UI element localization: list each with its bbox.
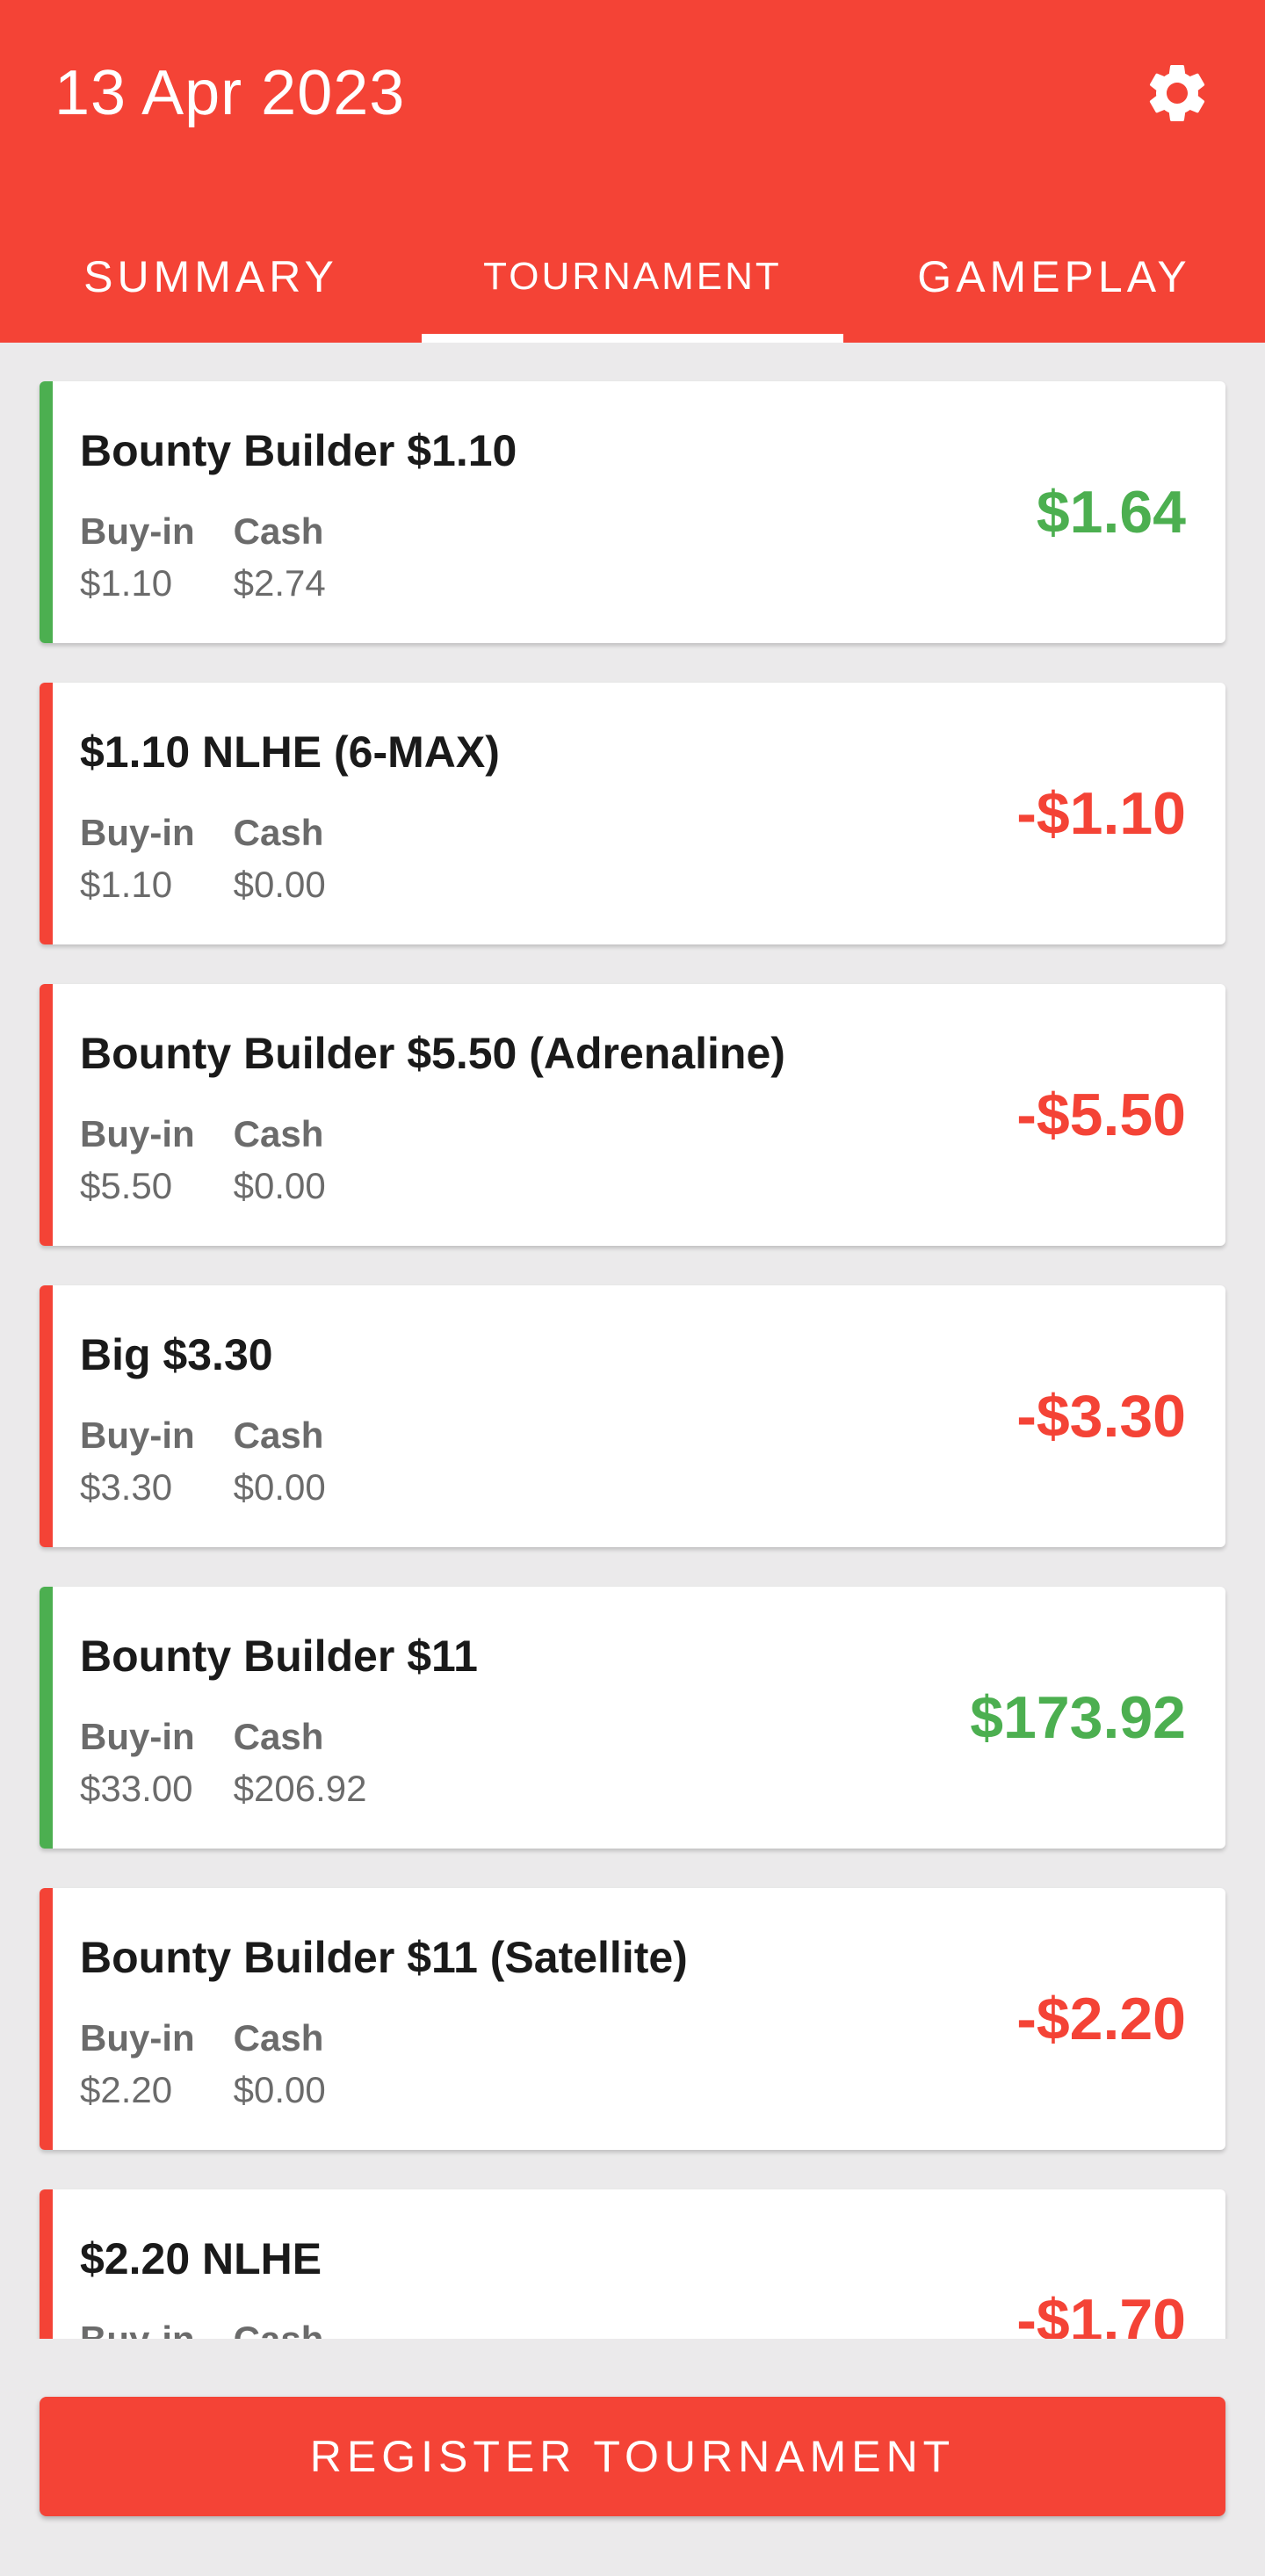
cash-value: $0.00 [233,1165,326,1206]
register-tournament-button[interactable]: REGISTER TOURNAMENT [40,2397,1225,2516]
buyin-value: $1.10 [80,864,173,905]
cash-label: Cash [233,1415,324,1456]
tournament-name: Bounty Builder $1.10 [80,426,517,475]
result-amount: -$1.70 [1016,2287,1186,2339]
tournament-name: Bounty Builder $11 [80,1632,478,1681]
tournament-card[interactable]: Big $3.30 Buy-in $3.30 Cash $0.00 -$3.30 [40,1285,1225,1547]
buyin-label: Buy-in [80,1415,195,1456]
cash-label: Cash [233,812,324,853]
result-amount: -$2.20 [1016,1986,1186,2052]
cash-value: $0.00 [233,1466,326,1508]
cash-label: Cash [233,510,324,552]
result-amount: -$3.30 [1016,1383,1186,1450]
status-bar [40,1888,53,2150]
result-amount: $1.64 [1036,479,1186,546]
active-tab-indicator [422,334,843,343]
tab-tournament[interactable]: TOURNAMENT [422,211,843,343]
result-amount: $173.92 [970,1684,1186,1751]
cash-label: Cash [233,1113,324,1154]
cash-label: Cash [233,2017,324,2059]
tournament-name: Bounty Builder $11 (Satellite) [80,1933,688,1982]
buyin-value: $2.20 [80,2069,173,2110]
buyin-label: Buy-in [80,2314,195,2339]
tab-bar: SUMMARY TOURNAMENT GAMEPLAY [0,211,1265,343]
status-bar [40,984,53,1246]
buyin-label: Buy-in [80,1716,195,1757]
buyin-label: Buy-in [80,812,195,853]
tournament-card[interactable]: $1.10 NLHE (6-MAX) Buy-in $1.10 Cash $0.… [40,683,1225,944]
cash-label: Cash [234,2314,324,2339]
page-title: 13 Apr 2023 [54,58,406,128]
buyin-value: $1.10 [80,562,173,604]
status-bar [40,1285,53,1547]
tournament-card[interactable]: Bounty Builder $5.50 (Adrenaline) Buy-in… [40,984,1225,1246]
tournament-name: Bounty Builder $5.50 (Adrenaline) [80,1029,785,1078]
tournament-name: $2.20 NLHE [80,2234,322,2283]
tab-summary[interactable]: SUMMARY [0,211,422,343]
cash-label: Cash [233,1716,324,1757]
cash-value: $2.74 [233,562,326,604]
tournament-card[interactable]: Bounty Builder $11 Buy-in $33.00 Cash $2… [40,1587,1225,1849]
tournament-card[interactable]: Bounty Builder $11 (Satellite) Buy-in $2… [40,1888,1225,2150]
tournament-name: Big $3.30 [80,1330,273,1379]
result-amount: -$5.50 [1016,1082,1186,1148]
result-amount: -$1.10 [1016,780,1186,847]
status-bar [40,2189,53,2339]
status-bar [40,683,53,944]
app-header: 13 Apr 2023 SUMMARY TOURNAMENT GAMEPLAY [0,0,1265,343]
tab-gameplay[interactable]: GAMEPLAY [843,211,1265,343]
cash-value: $0.00 [233,2069,326,2110]
buyin-label: Buy-in [80,510,195,552]
buyin-label: Buy-in [80,2017,195,2059]
tournament-name: $1.10 NLHE (6-MAX) [80,727,500,777]
settings-button[interactable] [1142,58,1212,128]
buyin-value: $3.30 [80,1466,173,1508]
gear-icon [1149,64,1205,121]
cash-value: $0.00 [233,864,326,905]
buyin-value: $33.00 [80,1768,193,1809]
buyin-label: Buy-in [80,1113,195,1154]
tournament-list[interactable]: Bounty Builder $1.10 Buy-in $1.10 Cash $… [0,343,1265,2339]
tournament-card[interactable]: Bounty Builder $1.10 Buy-in $1.10 Cash $… [40,381,1225,643]
buyin-value: $5.50 [80,1165,173,1206]
cash-value: $206.92 [233,1768,367,1809]
status-bar [40,1587,53,1849]
status-bar [40,381,53,643]
tournament-card[interactable]: $2.20 NLHE Buy-in Cash -$1.70 [40,2189,1225,2339]
